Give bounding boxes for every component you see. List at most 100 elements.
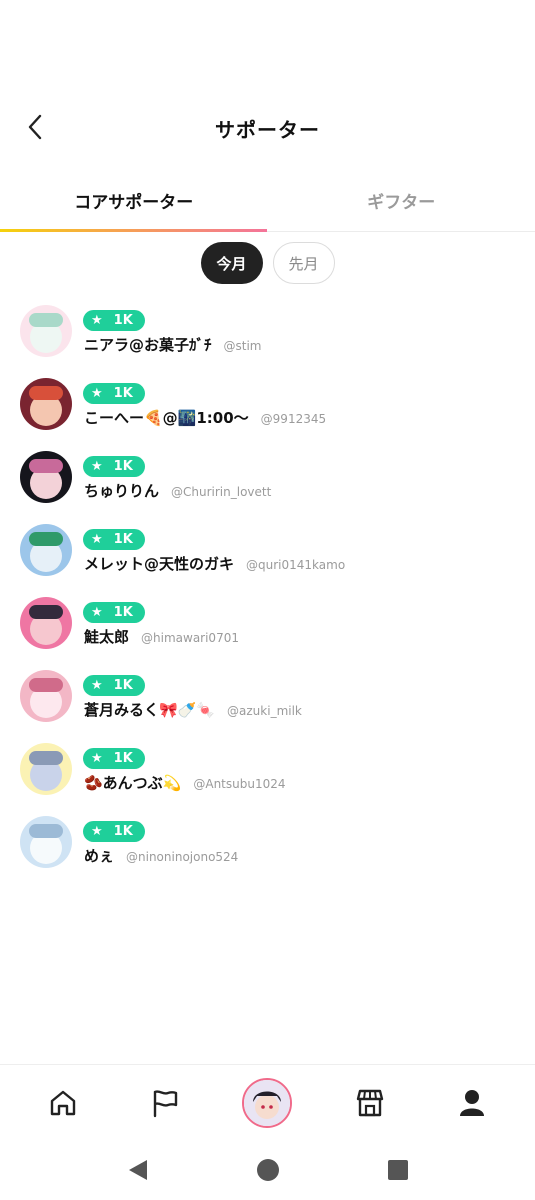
supporter-badge: ★ 1K xyxy=(83,456,145,477)
nav-store-button[interactable] xyxy=(342,1075,398,1131)
name-line: 蒼月みるく🎀🍼🍬 @azuki_milk xyxy=(84,699,302,720)
avatar xyxy=(20,378,72,430)
nav-profile-avatar-button[interactable] xyxy=(239,1075,295,1131)
supporter-name: 蒼月みるく🎀🍼🍬 xyxy=(84,701,216,719)
tab-gifters[interactable]: ギフター xyxy=(268,178,535,231)
supporter-badge: ★ 1K xyxy=(83,748,145,769)
supporter-badge: ★ 1K xyxy=(83,310,145,331)
avatar-hair xyxy=(29,459,63,473)
list-item[interactable]: ★ 1K こーへー🍕@🌃1:00〜 @9912345 xyxy=(0,373,535,446)
supporter-handle: @9912345 xyxy=(260,412,327,426)
star-icon: ★ xyxy=(91,459,103,474)
supporter-handle: @Antsubu1024 xyxy=(193,777,286,791)
name-line: ちゅりりん @Churirin_lovett xyxy=(84,480,271,501)
recents-square-icon xyxy=(387,1160,408,1180)
profile-avatar xyxy=(242,1077,293,1128)
avatar xyxy=(20,670,72,722)
name-line: こーへー🍕@🌃1:00〜 @9912345 xyxy=(84,407,326,428)
bottom-nav xyxy=(0,1064,535,1140)
supporter-name: こーへー🍕@🌃1:00〜 xyxy=(84,409,249,427)
page-title: サポーター xyxy=(215,118,320,142)
period-toggle: 今月 先月 xyxy=(0,242,535,284)
period-this-month-button[interactable]: 今月 xyxy=(200,242,263,284)
user-icon xyxy=(459,1089,484,1116)
name-line: メレット@天性のガキ @quri0141kamo xyxy=(84,553,345,574)
active-tab-indicator xyxy=(0,229,267,232)
supporter-handle: @himawari0701 xyxy=(141,631,239,645)
supporter-name: ニアラ@お菓子ｶﾞﾁ xyxy=(84,336,212,354)
list-item[interactable]: ★ 1K 蒼月みるく🎀🍼🍬 @azuki_milk xyxy=(0,665,535,738)
nav-user-button[interactable] xyxy=(444,1075,500,1131)
avatar xyxy=(20,451,72,503)
list-item[interactable]: ★ 1K 🫘あんつぶ💫 @Antsubu1024 xyxy=(0,738,535,811)
badge-value: 1K xyxy=(113,459,133,474)
list-item[interactable]: ★ 1K 鮭太郎 @himawari0701 xyxy=(0,592,535,665)
star-icon: ★ xyxy=(91,824,103,839)
avatar-hair xyxy=(29,751,63,765)
supporter-list: ★ 1K ニアラ@お菓子ｶﾞﾁ @stim ★ 1K こーへー🍕@🌃1:00〜 … xyxy=(0,300,535,884)
badge-value: 1K xyxy=(113,386,133,401)
star-icon: ★ xyxy=(91,751,103,766)
name-line: 鮭太郎 @himawari0701 xyxy=(84,626,239,647)
supporter-badge: ★ 1K xyxy=(83,675,145,696)
supporter-handle: @Churirin_lovett xyxy=(171,485,272,499)
name-line: ニアラ@お菓子ｶﾞﾁ @stim xyxy=(84,334,262,355)
supporter-name: めぇ xyxy=(84,847,115,865)
supporter-name: 🫘あんつぶ💫 xyxy=(84,774,182,792)
supporter-handle: @ninoninojono524 xyxy=(126,850,239,864)
list-item[interactable]: ★ 1K ちゅりりん @Churirin_lovett xyxy=(0,446,535,519)
avatar xyxy=(20,816,72,868)
star-icon: ★ xyxy=(91,386,103,401)
supporter-badge: ★ 1K xyxy=(83,602,145,623)
system-home-button[interactable] xyxy=(253,1155,283,1185)
supporter-handle: @quri0141kamo xyxy=(246,558,346,572)
system-nav xyxy=(0,1140,535,1200)
avatar xyxy=(20,597,72,649)
badge-value: 1K xyxy=(113,605,133,620)
badge-value: 1K xyxy=(113,532,133,547)
header: サポーター xyxy=(0,100,535,154)
tab-bar: コアサポーター ギフター xyxy=(0,178,535,232)
star-icon: ★ xyxy=(91,678,103,693)
supporter-handle: @stim xyxy=(223,339,262,353)
avatar-hair xyxy=(29,605,63,619)
nav-flag-button[interactable] xyxy=(137,1075,193,1131)
system-back-button[interactable] xyxy=(123,1155,153,1185)
supporter-badge: ★ 1K xyxy=(83,821,145,842)
home-circle-icon xyxy=(256,1159,279,1181)
supporter-badge: ★ 1K xyxy=(83,383,145,404)
name-line: 🫘あんつぶ💫 @Antsubu1024 xyxy=(84,772,286,793)
avatar xyxy=(20,305,72,357)
star-icon: ★ xyxy=(91,532,103,547)
avatar-hair xyxy=(29,386,63,400)
avatar xyxy=(20,524,72,576)
avatar-hair xyxy=(29,313,63,327)
store-icon xyxy=(356,1089,383,1116)
supporter-name: 鮭太郎 xyxy=(84,628,130,646)
tab-core-supporters[interactable]: コアサポーター xyxy=(0,178,268,231)
badge-value: 1K xyxy=(113,824,133,839)
supporter-name: ちゅりりん xyxy=(84,482,160,500)
avatar-hair xyxy=(29,824,63,838)
supporter-handle: @azuki_milk xyxy=(227,704,302,718)
star-icon: ★ xyxy=(91,605,103,620)
list-item[interactable]: ★ 1K めぇ @ninoninojono524 xyxy=(0,811,535,884)
home-icon xyxy=(50,1090,76,1115)
badge-value: 1K xyxy=(113,678,133,693)
list-item[interactable]: ★ 1K ニアラ@お菓子ｶﾞﾁ @stim xyxy=(0,300,535,373)
list-item[interactable]: ★ 1K メレット@天性のガキ @quri0141kamo xyxy=(0,519,535,592)
avatar-hair xyxy=(29,532,63,546)
badge-value: 1K xyxy=(113,313,133,328)
star-icon: ★ xyxy=(91,313,103,328)
back-triangle-icon xyxy=(128,1160,147,1180)
avatar-hair xyxy=(29,678,63,692)
flag-icon xyxy=(154,1089,178,1117)
badge-value: 1K xyxy=(113,751,133,766)
nav-home-button[interactable] xyxy=(35,1075,91,1131)
system-recents-button[interactable] xyxy=(383,1155,413,1185)
name-line: めぇ @ninoninojono524 xyxy=(84,845,238,866)
supporter-badge: ★ 1K xyxy=(83,529,145,550)
period-last-month-button[interactable]: 先月 xyxy=(272,242,335,284)
supporter-name: メレット@天性のガキ xyxy=(84,555,235,573)
avatar xyxy=(20,743,72,795)
